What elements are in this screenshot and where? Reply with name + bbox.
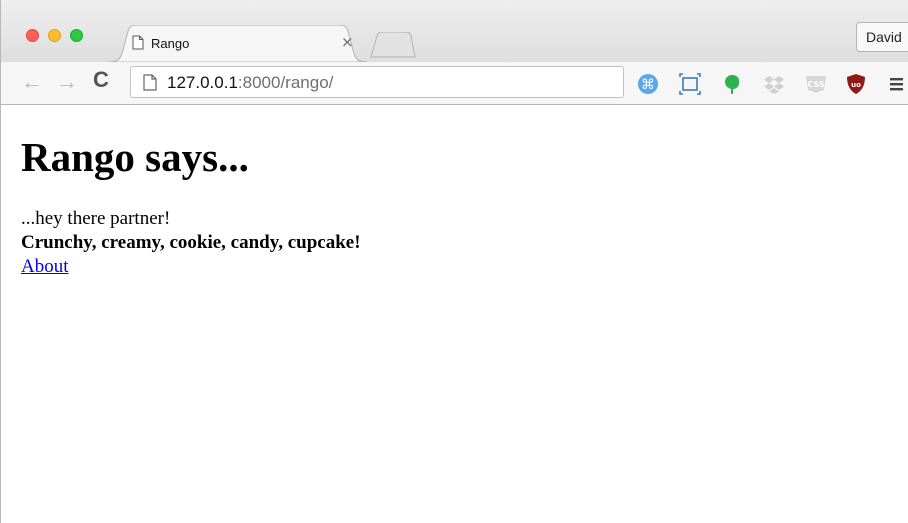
toolbar: ← → C 127.0.0.1:8000/rango/ ⌘ CSS uo — [1, 62, 908, 105]
greeting-text: ...hey there partner! — [21, 208, 171, 229]
maximize-window-button[interactable] — [70, 29, 83, 42]
tab-strip: Rango × David — [1, 0, 908, 62]
new-tab-button[interactable] — [369, 32, 417, 58]
page-icon — [132, 35, 144, 50]
profile-button[interactable]: David — [856, 22, 908, 52]
tab-shape — [109, 25, 367, 62]
page-heading: Rango says... — [21, 134, 249, 180]
forward-icon[interactable]: → — [56, 71, 78, 93]
browser-window: Rango × David ← → C 127.0.0.1:8000/rango… — [0, 0, 908, 523]
window-controls — [26, 29, 83, 42]
tab-close-icon[interactable]: × — [341, 33, 354, 51]
page-content: Rango says... ...hey there partner! Crun… — [21, 133, 361, 279]
about-link[interactable]: About — [21, 256, 69, 277]
close-window-button[interactable] — [26, 29, 39, 42]
reload-icon[interactable]: C — [93, 69, 109, 91]
tagline-text: Crunchy, creamy, cookie, candy, cupcake! — [21, 232, 361, 253]
tab-title: Rango — [151, 36, 190, 51]
page-info-icon[interactable] — [143, 74, 157, 91]
svg-text:uo: uo — [851, 81, 861, 89]
menu-icon[interactable] — [887, 73, 908, 95]
screenshot-frame-icon[interactable] — [679, 73, 701, 95]
tab-rango[interactable]: Rango × — [109, 25, 367, 62]
dropbox-icon[interactable] — [763, 73, 785, 95]
command-icon[interactable]: ⌘ — [637, 73, 659, 95]
css-icon[interactable]: CSS — [804, 73, 826, 95]
back-icon[interactable]: ← — [21, 71, 43, 93]
minimize-window-button[interactable] — [48, 29, 61, 42]
ublock-icon[interactable]: uo — [845, 73, 867, 95]
address-bar[interactable]: 127.0.0.1:8000/rango/ — [130, 66, 624, 98]
url-path: :8000/rango/ — [237, 73, 334, 92]
url-host: 127.0.0.1 — [167, 73, 238, 92]
evernote-icon[interactable] — [721, 73, 743, 95]
svg-text:⌘: ⌘ — [641, 77, 655, 93]
svg-text:CSS: CSS — [807, 80, 824, 89]
url-text: 127.0.0.1:8000/rango/ — [167, 73, 333, 93]
